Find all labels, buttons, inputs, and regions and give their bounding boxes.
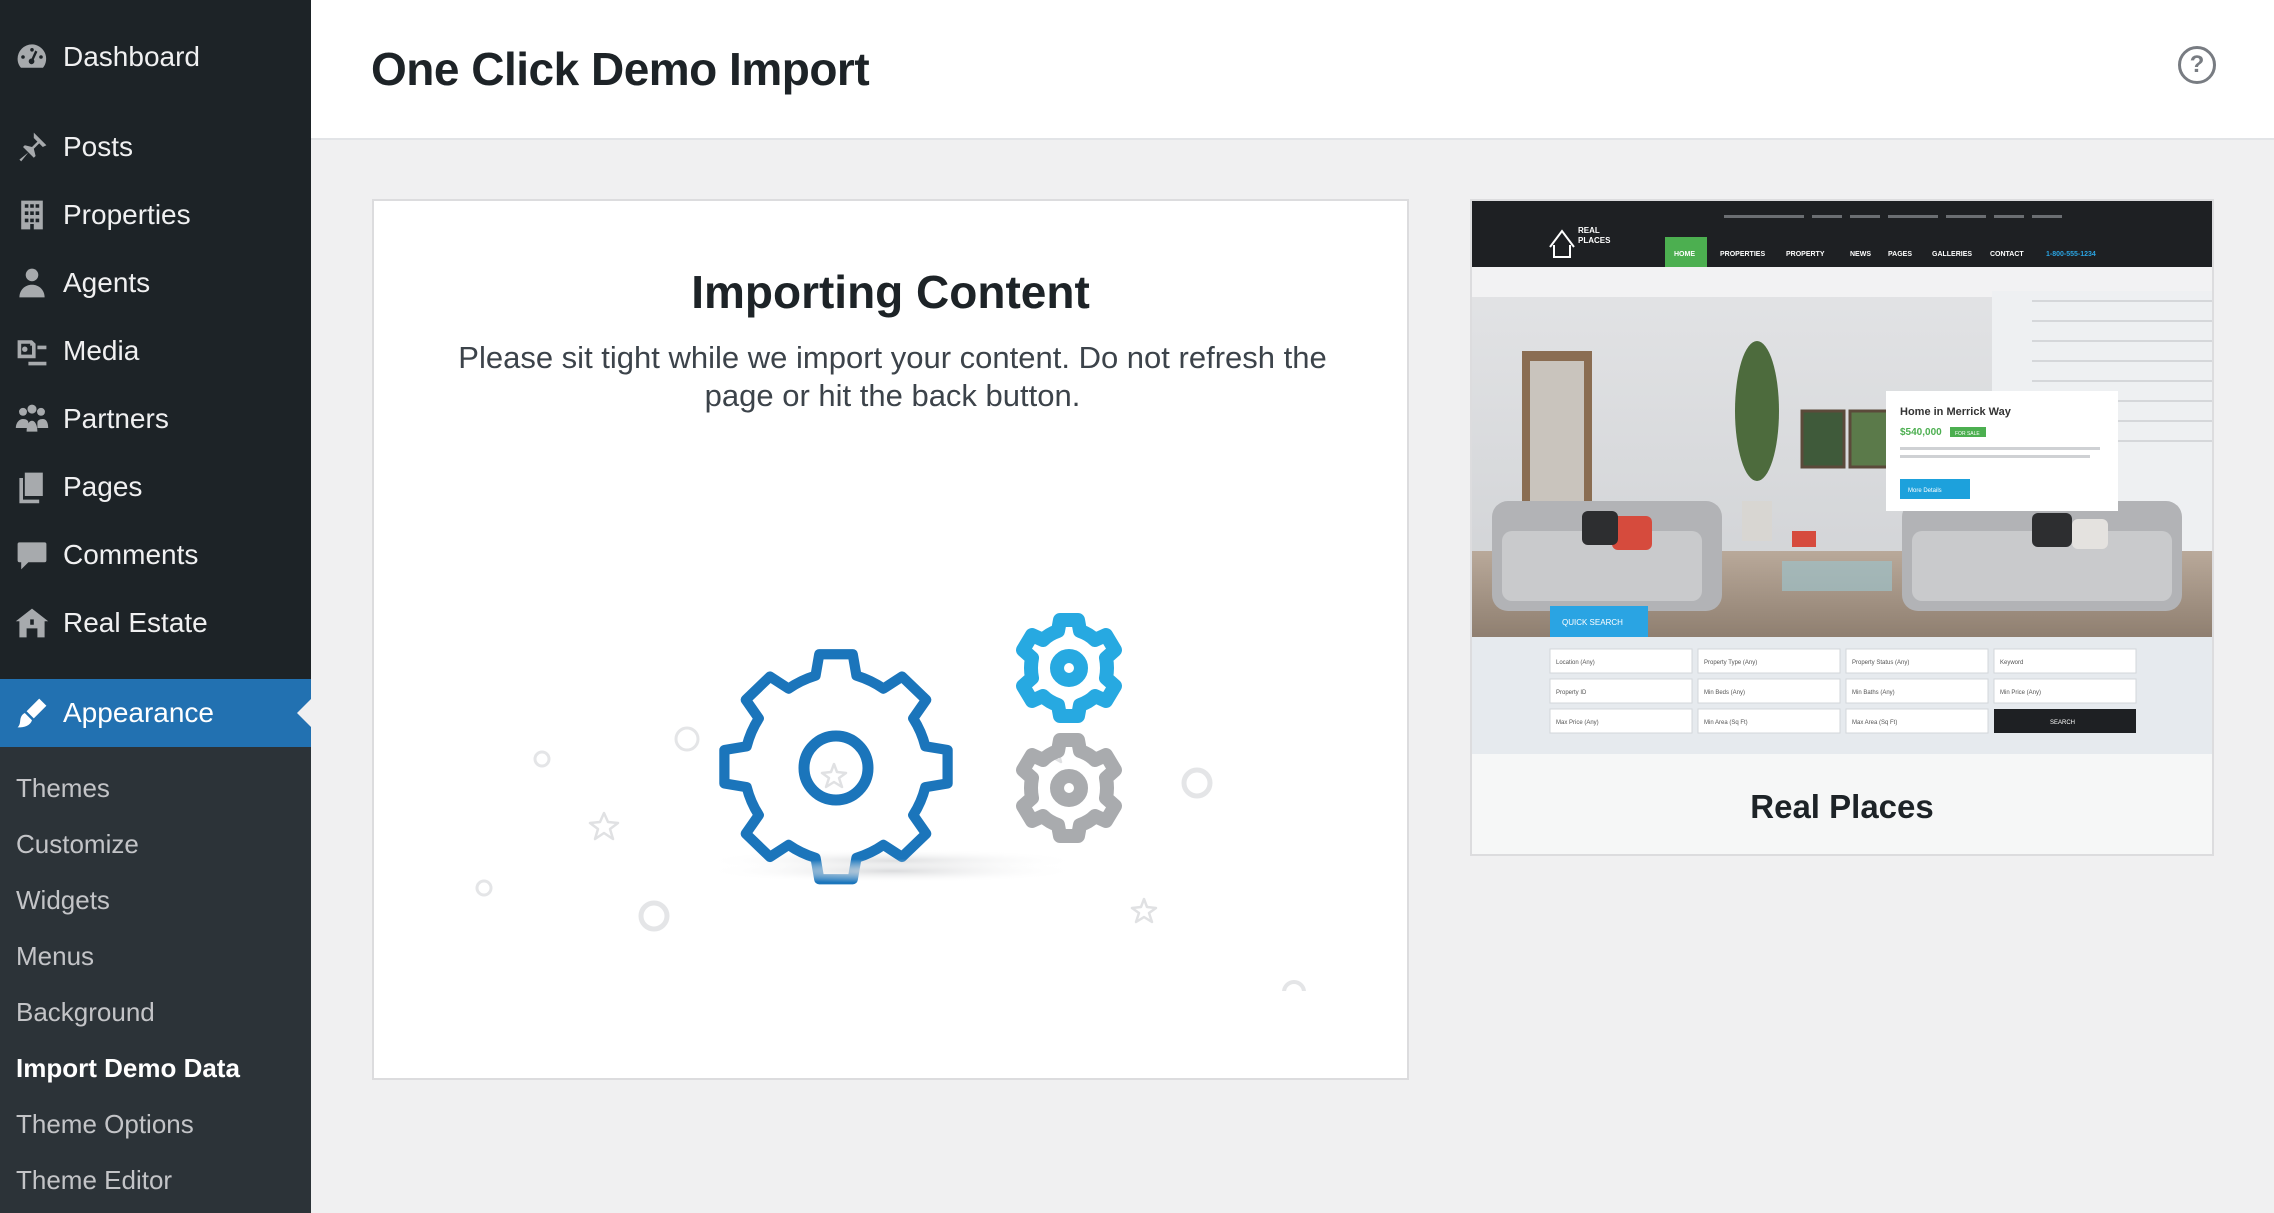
demo-name: Real Places (1750, 788, 1934, 825)
demo-nav-home: HOME (1674, 251, 1695, 258)
demo-preview-image: REAL PLACES HOME PROPERTIES PROPERTY NEW… (1472, 201, 2212, 754)
demo-field-beds: Min Beds (Any) (1704, 690, 1745, 696)
media-icon (0, 333, 63, 369)
houses-icon (0, 605, 63, 641)
demo-field-min-price: Min Price (Any) (2000, 690, 2041, 696)
demo-listing-price: $540,000 (1900, 427, 1942, 438)
comment-icon (0, 537, 63, 573)
import-description: Please sit tight while we import your co… (458, 340, 1327, 413)
import-title: Importing Content (691, 266, 1090, 318)
submenu-customize[interactable]: Customize (16, 829, 139, 860)
demo-listing-button: More Details (1908, 488, 1942, 494)
menu-comments-label: Comments (63, 539, 199, 570)
demo-field-type: Property Type (Any) (1704, 660, 1757, 666)
appearance-submenu: Themes Customize Widgets Menus Backgroun… (0, 747, 311, 1213)
menu-media-label: Media (63, 335, 140, 366)
menu-properties-label: Properties (63, 199, 191, 230)
demo-screenshot: REAL PLACES HOME PROPERTIES PROPERTY NEW… (1472, 201, 2212, 754)
dashboard-icon (0, 39, 63, 75)
groups-icon (0, 401, 63, 437)
demo-theme-card[interactable]: REAL PLACES HOME PROPERTIES PROPERTY NEW… (1470, 199, 2214, 856)
menu-pages-label: Pages (63, 471, 143, 502)
demo-nav-galleries: GALLERIES (1932, 251, 1972, 258)
submenu-menus[interactable]: Menus (16, 941, 94, 972)
user-icon (0, 265, 63, 301)
menu-appearance-label: Appearance (63, 697, 215, 728)
demo-field-keyword: Keyword (2000, 660, 2023, 666)
import-progress-card: Importing Content Please sit tight while… (372, 199, 1409, 1080)
menu-partners-label: Partners (63, 403, 169, 434)
pages-icon (0, 469, 63, 505)
demo-listing-badge: FOR SALE (1955, 431, 1980, 437)
demo-field-max-area: Max Area (Sq Ft) (1852, 720, 1897, 726)
gears-illustration-icon (475, 613, 1306, 991)
demo-field-min-area: Min Area (Sq Ft) (1704, 720, 1748, 726)
active-menu-arrow (297, 699, 311, 727)
submenu-themes[interactable]: Themes (16, 773, 110, 804)
menu-pages[interactable]: Pages (0, 453, 311, 521)
demo-phone: 1-800-555-1234 (2046, 251, 2096, 258)
page-title: One Click Demo Import (371, 43, 870, 95)
menu-dashboard[interactable]: Dashboard (0, 23, 311, 91)
menu-properties[interactable]: Properties (0, 181, 311, 249)
submenu-widgets[interactable]: Widgets (16, 885, 110, 916)
submenu-import-demo-data[interactable]: Import Demo Data (16, 1053, 240, 1084)
building-icon (0, 197, 63, 233)
menu-appearance[interactable]: Appearance (0, 679, 311, 747)
menu-real-estate[interactable]: Real Estate (0, 589, 311, 657)
submenu-background[interactable]: Background (16, 997, 155, 1028)
demo-nav-news: NEWS (1850, 251, 1871, 258)
submenu-theme-editor[interactable]: Theme Editor (16, 1165, 172, 1196)
menu-real-estate-label: Real Estate (63, 607, 208, 638)
demo-nav-pages: PAGES (1888, 251, 1912, 258)
demo-quick-search: QUICK SEARCH (1562, 618, 1623, 627)
demo-field-location: Location (Any) (1556, 660, 1595, 666)
menu-posts[interactable]: Posts (0, 113, 311, 181)
demo-field-max-price: Max Price (Any) (1556, 720, 1599, 726)
demo-nav-properties: PROPERTIES (1720, 251, 1765, 258)
demo-nav-contact: CONTACT (1990, 251, 2024, 258)
menu-posts-label: Posts (63, 131, 134, 162)
demo-field-baths: Min Baths (Any) (1852, 690, 1895, 696)
menu-agents[interactable]: Agents (0, 249, 311, 317)
menu-agents-label: Agents (63, 267, 151, 298)
submenu-theme-options[interactable]: Theme Options (16, 1109, 194, 1140)
demo-listing-title: Home in Merrick Way (1900, 406, 2012, 418)
help-icon[interactable]: ? (2178, 46, 2216, 84)
pin-icon (0, 129, 63, 165)
demo-logo-line1: REAL (1578, 226, 1600, 235)
demo-nav-property: PROPERTY (1786, 251, 1825, 258)
admin-sidebar: Dashboard Posts Properties Agents Media … (0, 0, 311, 1213)
brush-icon (0, 695, 63, 731)
menu-media[interactable]: Media (0, 317, 311, 385)
menu-comments[interactable]: Comments (0, 521, 311, 589)
menu-dashboard-label: Dashboard (63, 41, 200, 72)
demo-search-button: SEARCH (2050, 720, 2075, 726)
menu-partners[interactable]: Partners (0, 385, 311, 453)
demo-field-id: Property ID (1556, 690, 1587, 696)
demo-field-status: Property Status (Any) (1852, 660, 1909, 666)
demo-logo-line2: PLACES (1578, 236, 1611, 245)
page-header: One Click Demo Import ? (311, 0, 2274, 140)
